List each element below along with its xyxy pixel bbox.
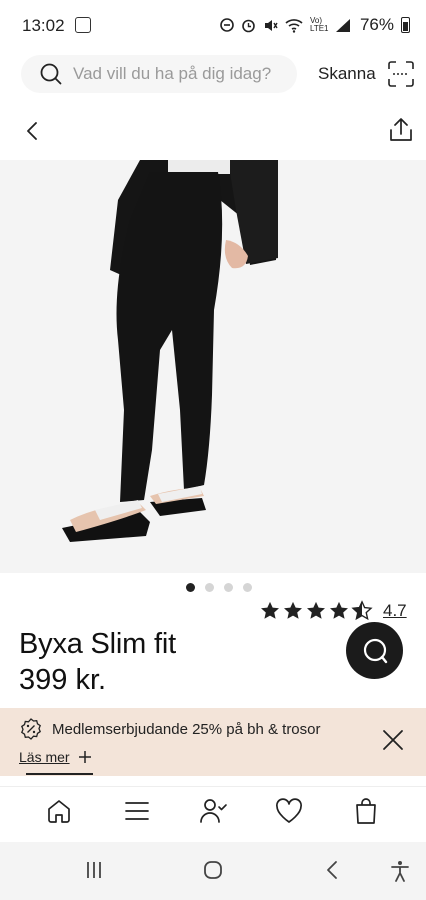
wifi-icon: [285, 18, 303, 33]
search-input[interactable]: [73, 64, 293, 84]
nav-menu-button[interactable]: [121, 795, 153, 827]
percent-badge-icon: [21, 718, 41, 740]
product-rating[interactable]: 4.7: [259, 600, 407, 622]
scan-button[interactable]: Skanna: [318, 64, 376, 84]
promo-text: Medlemserbjudande 25% på bh & trosor: [52, 721, 321, 738]
close-icon[interactable]: [381, 728, 405, 752]
carousel-dot-3[interactable]: [224, 583, 233, 592]
bag-icon: [356, 798, 376, 824]
nav-bag-button[interactable]: [350, 795, 382, 827]
system-back-icon[interactable]: [324, 860, 340, 880]
status-time: 13:02: [22, 16, 65, 35]
scan-barcode-icon[interactable]: [388, 61, 414, 87]
product-price: 399 kr.: [19, 664, 107, 696]
bottom-navigation: [0, 786, 426, 836]
system-navigation-bar: [0, 842, 426, 900]
heart-icon: [276, 798, 302, 823]
nav-favorites-button[interactable]: [273, 795, 305, 827]
rating-stars: [259, 600, 373, 622]
account-icon: [200, 799, 227, 823]
chat-button[interactable]: [346, 622, 403, 679]
menu-icon: [125, 802, 149, 820]
promo-banner: Medlemserbjudande 25% på bh & trosor Läs…: [0, 708, 426, 776]
status-icons: Vo) LTE1 76%: [220, 15, 410, 35]
search-box[interactable]: [21, 55, 297, 93]
star-icon: [284, 601, 302, 619]
battery-percent: 76%: [359, 15, 394, 34]
read-more-link[interactable]: Läs mer: [19, 749, 70, 765]
half-star-icon: [351, 600, 373, 621]
star-icon: [307, 601, 325, 619]
plus-icon[interactable]: [78, 750, 92, 764]
sync-icon: [220, 18, 234, 32]
back-icon[interactable]: [24, 120, 40, 142]
image-carousel-dots: [0, 583, 426, 592]
carousel-dot-2[interactable]: [205, 583, 214, 592]
signal-icon: [335, 18, 350, 32]
product-nav-row: [0, 112, 426, 152]
chat-bubble-icon: [363, 638, 387, 663]
mute-icon: [264, 19, 278, 31]
product-photo: [0, 160, 426, 573]
tab-indicator: [26, 773, 93, 775]
notification-icon: [75, 17, 91, 33]
home-circle-icon[interactable]: [203, 860, 223, 880]
accessibility-icon[interactable]: [389, 860, 411, 882]
product-image[interactable]: [0, 160, 426, 573]
star-icon: [330, 601, 348, 619]
alarm-icon: [242, 19, 255, 32]
search-row: Skanna: [0, 55, 426, 95]
nav-account-button[interactable]: [197, 795, 229, 827]
status-bar: 13:02 Vo) LTE1 76%: [0, 0, 426, 52]
product-title: Byxa Slim fit: [19, 628, 176, 660]
nav-home-button[interactable]: [43, 795, 75, 827]
home-icon: [48, 800, 70, 823]
share-icon[interactable]: [389, 117, 413, 143]
carousel-dot-4[interactable]: [243, 583, 252, 592]
star-icon: [261, 601, 279, 619]
search-icon: [40, 63, 62, 85]
network-label: Vo) LTE1: [309, 16, 329, 33]
rating-value[interactable]: 4.7: [383, 601, 407, 621]
recent-apps-icon[interactable]: [84, 860, 104, 880]
carousel-dot-1[interactable]: [186, 583, 195, 592]
battery-icon: [401, 17, 410, 33]
